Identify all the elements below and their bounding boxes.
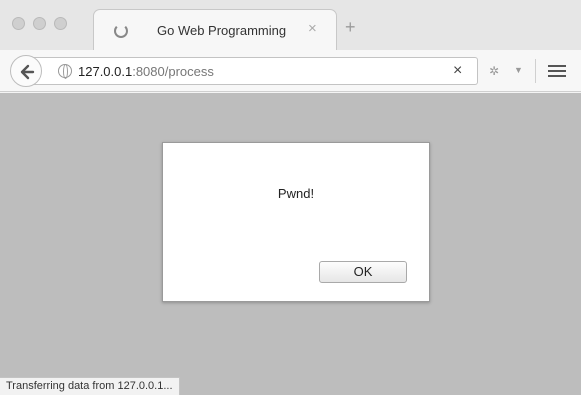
url-path: :8080/process	[132, 64, 214, 79]
menu-icon[interactable]	[548, 65, 566, 78]
toolbar-separator	[535, 59, 536, 83]
alert-message: Pwnd!	[277, 186, 315, 201]
window-maximize-button[interactable]	[54, 17, 67, 30]
tab-active[interactable]: Go Web Programming ×	[93, 9, 337, 50]
loading-spinner-icon	[114, 24, 128, 38]
window-close-button[interactable]	[12, 17, 25, 30]
extension-icon[interactable]: ✲	[489, 64, 499, 78]
navigation-bar: 127.0.0.1:8080/process × ✲ ▼	[0, 50, 581, 92]
back-arrow-icon	[20, 64, 35, 80]
address-url[interactable]: 127.0.0.1:8080/process	[78, 64, 214, 79]
window-minimize-button[interactable]	[33, 17, 46, 30]
stop-icon[interactable]: ×	[453, 62, 462, 80]
globe-icon	[58, 64, 72, 79]
status-bar: Transferring data from 127.0.0.1...	[0, 377, 180, 395]
back-button[interactable]	[10, 55, 42, 87]
tab-close-icon[interactable]: ×	[308, 20, 317, 37]
tab-title: Go Web Programming	[157, 23, 287, 38]
page-content: Pwnd! OK	[0, 93, 581, 395]
ok-button[interactable]: OK	[319, 261, 407, 283]
alert-dialog: Pwnd! OK	[162, 142, 430, 302]
new-tab-button[interactable]: +	[345, 18, 356, 36]
tab-strip: Go Web Programming × +	[0, 0, 581, 50]
url-host: 127.0.0.1	[78, 64, 133, 79]
chevron-down-icon[interactable]: ▼	[514, 65, 523, 75]
address-bar[interactable]: 127.0.0.1:8080/process ×	[28, 57, 478, 85]
browser-window: Go Web Programming × + 127.0.0.1:8080/pr…	[0, 0, 581, 395]
